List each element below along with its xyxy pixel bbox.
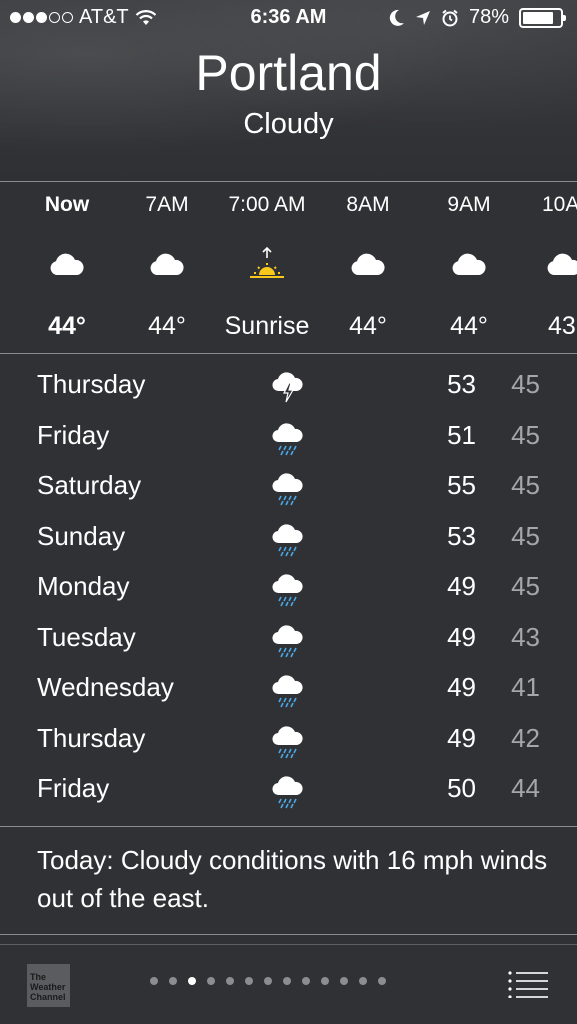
high-temp: 53 xyxy=(447,369,476,399)
page-dot[interactable] xyxy=(245,977,253,985)
day-name: Tuesday xyxy=(37,621,136,652)
page-dot[interactable] xyxy=(302,977,310,985)
low-temp: 43 xyxy=(511,621,540,652)
page-dot[interactable] xyxy=(169,977,177,985)
daily-row: Friday 51 45 xyxy=(0,412,577,463)
rain-icon xyxy=(272,624,303,657)
low-temp: 42 xyxy=(511,722,540,753)
daily-row: Thursday 49 42 xyxy=(0,715,577,766)
alarm-icon xyxy=(442,9,458,26)
battery-percent: 78% xyxy=(468,6,509,28)
today-summary: Today: Cloudy conditions with 16 mph win… xyxy=(37,845,548,913)
daily-row: Saturday 55 45 xyxy=(0,462,577,513)
rain-icon xyxy=(272,574,303,607)
divider xyxy=(0,826,577,827)
daily-row: Wednesday 49 41 xyxy=(0,664,577,715)
high-temp: 53 xyxy=(447,520,476,551)
page-indicator[interactable] xyxy=(150,977,386,985)
divider xyxy=(0,353,577,354)
page-dot[interactable] xyxy=(359,977,367,985)
page-dot[interactable] xyxy=(321,977,329,985)
low-temp: 45 xyxy=(511,520,540,551)
page-dot[interactable] xyxy=(226,977,234,985)
rain-icon xyxy=(272,776,303,809)
day-name: Monday xyxy=(37,571,130,601)
hourly-time: 10A xyxy=(542,193,577,216)
page-dot[interactable] xyxy=(378,977,386,985)
day-name: Friday xyxy=(37,419,110,450)
hourly-item: 10A 43 xyxy=(508,190,577,342)
page-dot[interactable] xyxy=(283,977,291,985)
daily-row: Monday 49 45 xyxy=(0,563,577,614)
day-name: Wednesday xyxy=(37,672,174,702)
hourly-forecast[interactable]: Now 44° 7AM 44° 7:00 AM Sunrise 8AM 44° … xyxy=(0,190,577,350)
day-name: Saturday xyxy=(37,470,142,500)
page-dot[interactable] xyxy=(264,977,272,985)
rain-icon xyxy=(272,523,303,556)
hourly-temp: 43 xyxy=(548,312,576,340)
daily-row: Thursday 53 45 xyxy=(0,361,577,412)
moon-icon xyxy=(389,9,404,26)
page-dot[interactable] xyxy=(150,977,158,985)
city-list-icon[interactable] xyxy=(507,970,549,998)
daily-row: Tuesday 49 43 xyxy=(0,614,577,665)
daily-forecast: Thursday 53 45 Friday 51 45 Saturday 55 … xyxy=(0,361,577,816)
high-temp: 49 xyxy=(447,571,476,601)
high-temp: 50 xyxy=(447,773,476,803)
thunderstorm-icon xyxy=(272,372,303,403)
low-temp: 45 xyxy=(511,571,540,601)
page-dot-current[interactable] xyxy=(188,977,196,985)
high-temp: 51 xyxy=(447,419,476,450)
low-temp: 45 xyxy=(511,369,540,399)
rain-icon xyxy=(272,725,303,758)
low-temp: 41 xyxy=(511,672,540,702)
daily-row: Friday 50 44 xyxy=(0,765,577,816)
current-condition: Cloudy xyxy=(243,108,334,140)
city-name: Portland xyxy=(195,45,382,101)
battery-icon xyxy=(519,7,566,28)
cloud-icon xyxy=(547,253,577,275)
weather-channel-logo[interactable]: The Weather Channel xyxy=(27,964,70,1007)
status-bar: AT&T 6:36 AM 78% xyxy=(0,6,577,32)
rain-icon xyxy=(272,473,303,506)
bottom-toolbar: The Weather Channel xyxy=(0,946,577,1024)
page-dot[interactable] xyxy=(340,977,348,985)
divider xyxy=(0,934,577,935)
rain-icon xyxy=(272,422,303,455)
low-temp: 45 xyxy=(511,470,540,500)
divider xyxy=(0,944,577,945)
day-name: Sunday xyxy=(37,520,126,551)
high-temp: 55 xyxy=(447,470,476,500)
low-temp: 44 xyxy=(511,773,540,803)
high-temp: 49 xyxy=(447,672,476,702)
divider xyxy=(0,181,577,182)
high-temp: 49 xyxy=(447,722,476,753)
page-dot[interactable] xyxy=(207,977,215,985)
rain-icon xyxy=(272,675,303,708)
day-name: Thursday xyxy=(37,369,146,399)
high-temp: 49 xyxy=(447,621,476,652)
day-name: Friday xyxy=(37,773,110,803)
low-temp: 45 xyxy=(511,419,540,450)
daily-row: Sunday 53 45 xyxy=(0,513,577,564)
day-name: Thursday xyxy=(37,722,146,753)
location-arrow-icon xyxy=(415,10,430,25)
